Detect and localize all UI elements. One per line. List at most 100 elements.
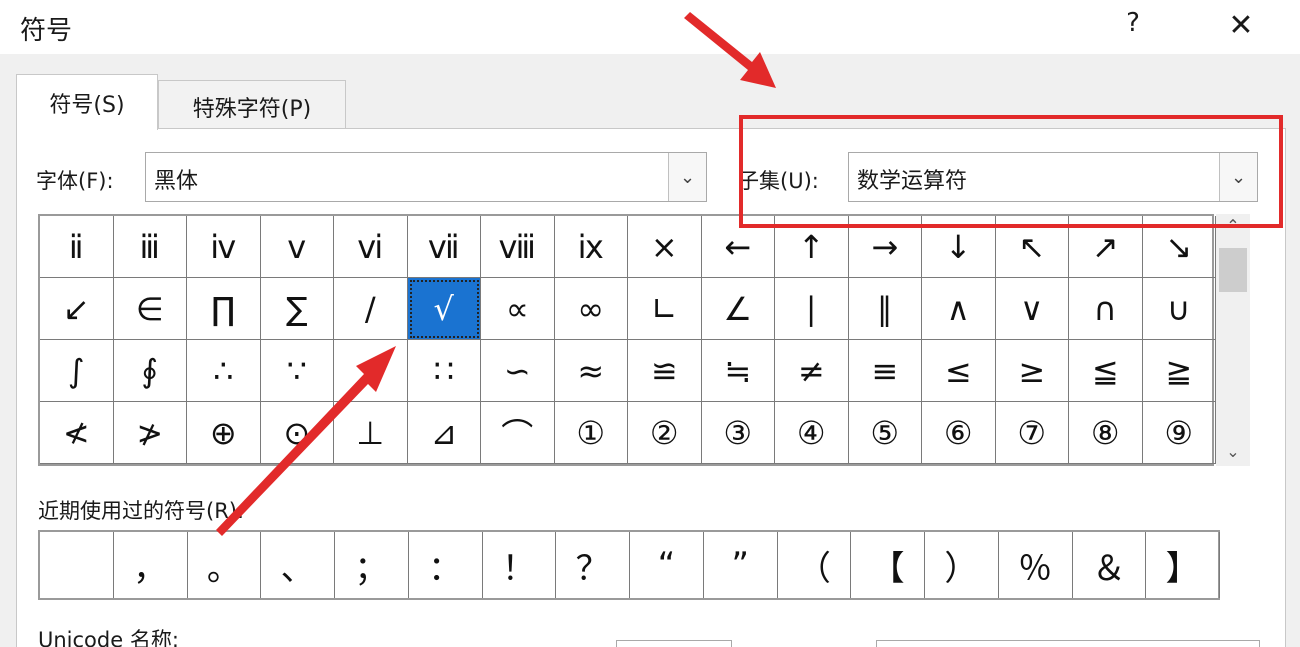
symbol-cell[interactable]: ⅲ: [113, 216, 187, 278]
recent-symbol-cell[interactable]: ：: [409, 532, 483, 598]
symbol-cell[interactable]: ⅷ: [481, 216, 555, 278]
symbol-cell[interactable]: →: [848, 216, 922, 278]
font-value: 黑体: [154, 169, 199, 194]
symbol-cell[interactable]: ≧: [1142, 340, 1216, 402]
symbol-cell[interactable]: ≮: [40, 402, 114, 464]
symbol-cell[interactable]: ∷: [407, 340, 481, 402]
recent-symbol-cell[interactable]: ＆: [1073, 532, 1147, 598]
chevron-down-icon[interactable]: ⌄: [668, 153, 706, 201]
symbol-cell[interactable]: ⑥: [922, 402, 996, 464]
symbol-cell[interactable]: ⑧: [1069, 402, 1143, 464]
subset-dropdown[interactable]: 数学运算符 ⌄: [848, 152, 1258, 202]
chevron-down-icon[interactable]: ⌄: [1219, 153, 1257, 201]
recent-symbol-cell[interactable]: ？: [556, 532, 630, 598]
recent-symbol-cell[interactable]: 。: [188, 532, 262, 598]
recent-symbol-cell[interactable]: ！: [483, 532, 557, 598]
symbol-cell[interactable]: ∴: [187, 340, 261, 402]
symbol-cell[interactable]: ⑨: [1142, 402, 1216, 464]
symbol-cell[interactable]: ∩: [1069, 278, 1143, 340]
symbol-cell-selected[interactable]: √: [407, 278, 481, 340]
recent-symbol-cell[interactable]: ）: [925, 532, 999, 598]
symbol-cell[interactable]: ②: [628, 402, 702, 464]
symbol-cell[interactable]: ≠: [775, 340, 849, 402]
symbol-cell[interactable]: ↖: [995, 216, 1069, 278]
recent-symbol-cell[interactable]: 】: [1146, 532, 1220, 598]
help-button[interactable]: ?: [1118, 8, 1148, 44]
font-dropdown[interactable]: 黑体 ⌄: [145, 152, 707, 202]
symbol-cell[interactable]: ⑤: [848, 402, 922, 464]
symbol-cell[interactable]: ←: [701, 216, 775, 278]
symbol-cell[interactable]: ↗: [1069, 216, 1143, 278]
symbol-cell[interactable]: ∥: [848, 278, 922, 340]
recent-symbols-label: 近期使用过的符号(R):: [38, 499, 245, 523]
recent-symbol-cell[interactable]: ；: [335, 532, 409, 598]
close-button[interactable]: ✕: [1222, 8, 1260, 46]
recent-symbol-cell[interactable]: ，: [114, 532, 188, 598]
symbol-cell[interactable]: ⅵ: [334, 216, 408, 278]
symbol-cell[interactable]: ≥: [995, 340, 1069, 402]
symbol-grid: ⅱ ⅲ ⅳ ⅴ ⅵ ⅶ ⅷ ⅸ × ← ↑ → ↓ ↖ ↗ ↘ ↙ ∈ ∏ ∑ ∕ √ ∝ ∞ ∟ ∠ ∣ ∥ ∧ ∨ ∩ ∪ ∫ ∮ ∴ ∵ ∶ ∷ ∽ ≈…: [38, 214, 1216, 466]
symbol-cell[interactable]: ⅳ: [187, 216, 261, 278]
symbol-cell[interactable]: ⊙: [260, 402, 334, 464]
symbol-cell[interactable]: ⅱ: [40, 216, 114, 278]
recent-symbols-grid: ，。、；：！？ “” （【）％＆】: [38, 530, 1220, 600]
symbol-cell[interactable]: ∨: [995, 278, 1069, 340]
symbol-scrollbar[interactable]: ⌃ ⌄: [1216, 214, 1250, 466]
symbol-cell[interactable]: ≯: [113, 402, 187, 464]
recent-symbol-cell[interactable]: 、: [261, 532, 335, 598]
symbol-cell[interactable]: ⅶ: [407, 216, 481, 278]
recent-symbol-cell[interactable]: 【: [851, 532, 925, 598]
symbol-cell[interactable]: ④: [775, 402, 849, 464]
symbol-cell[interactable]: ⅸ: [554, 216, 628, 278]
symbol-cell[interactable]: ≤: [922, 340, 996, 402]
symbol-cell[interactable]: ∏: [187, 278, 261, 340]
symbol-cell[interactable]: ↓: [922, 216, 996, 278]
symbol-cell[interactable]: ∫: [40, 340, 114, 402]
symbol-cell[interactable]: ∝: [481, 278, 555, 340]
symbol-cell[interactable]: ↑: [775, 216, 849, 278]
symbol-cell[interactable]: ≌: [628, 340, 702, 402]
symbol-cell[interactable]: ∮: [113, 340, 187, 402]
symbol-cell[interactable]: ⊕: [187, 402, 261, 464]
subset-label: 子集(U):: [738, 169, 819, 193]
symbol-cell[interactable]: ≦: [1069, 340, 1143, 402]
symbol-cell[interactable]: ⊿: [407, 402, 481, 464]
symbol-cell[interactable]: ≒: [701, 340, 775, 402]
symbol-cell[interactable]: ⊥: [334, 402, 408, 464]
recent-symbol-cell[interactable]: [40, 532, 114, 598]
symbol-cell[interactable]: ∧: [922, 278, 996, 340]
symbol-cell[interactable]: ∈: [113, 278, 187, 340]
symbol-cell[interactable]: ≡: [848, 340, 922, 402]
symbol-cell[interactable]: ↙: [40, 278, 114, 340]
character-code-field[interactable]: [616, 640, 732, 647]
recent-symbol-cell[interactable]: ％: [999, 532, 1073, 598]
symbol-cell[interactable]: ∪: [1142, 278, 1216, 340]
recent-symbol-cell[interactable]: “: [630, 532, 704, 598]
symbol-cell[interactable]: ↘: [1142, 216, 1216, 278]
symbol-cell[interactable]: ①: [554, 402, 628, 464]
symbol-cell[interactable]: ∵: [260, 340, 334, 402]
scroll-up-icon[interactable]: ⌃: [1216, 216, 1250, 240]
symbol-cell[interactable]: ⑦: [995, 402, 1069, 464]
tab-symbols[interactable]: 符号(S): [16, 74, 158, 130]
recent-symbol-cell[interactable]: （: [778, 532, 852, 598]
symbol-cell[interactable]: ∟: [628, 278, 702, 340]
symbol-cell[interactable]: ∕: [334, 278, 408, 340]
scroll-down-icon[interactable]: ⌄: [1216, 442, 1250, 466]
tab-special-characters[interactable]: 特殊字符(P): [158, 80, 346, 128]
symbol-cell[interactable]: ×: [628, 216, 702, 278]
scroll-thumb[interactable]: [1219, 248, 1247, 292]
dialog-title: 符号: [20, 16, 73, 46]
symbol-cell[interactable]: ∑: [260, 278, 334, 340]
symbol-cell[interactable]: ⅴ: [260, 216, 334, 278]
symbol-cell[interactable]: ③: [701, 402, 775, 464]
symbol-cell[interactable]: ∞: [554, 278, 628, 340]
symbol-cell[interactable]: ∶: [334, 340, 408, 402]
symbol-cell[interactable]: ∣: [775, 278, 849, 340]
symbol-cell[interactable]: ∽: [481, 340, 555, 402]
symbol-cell[interactable]: ≈: [554, 340, 628, 402]
from-dropdown[interactable]: [876, 640, 1260, 647]
symbol-cell[interactable]: ⌒: [481, 402, 555, 464]
recent-symbol-cell[interactable]: ”: [704, 532, 778, 598]
symbol-cell[interactable]: ∠: [701, 278, 775, 340]
